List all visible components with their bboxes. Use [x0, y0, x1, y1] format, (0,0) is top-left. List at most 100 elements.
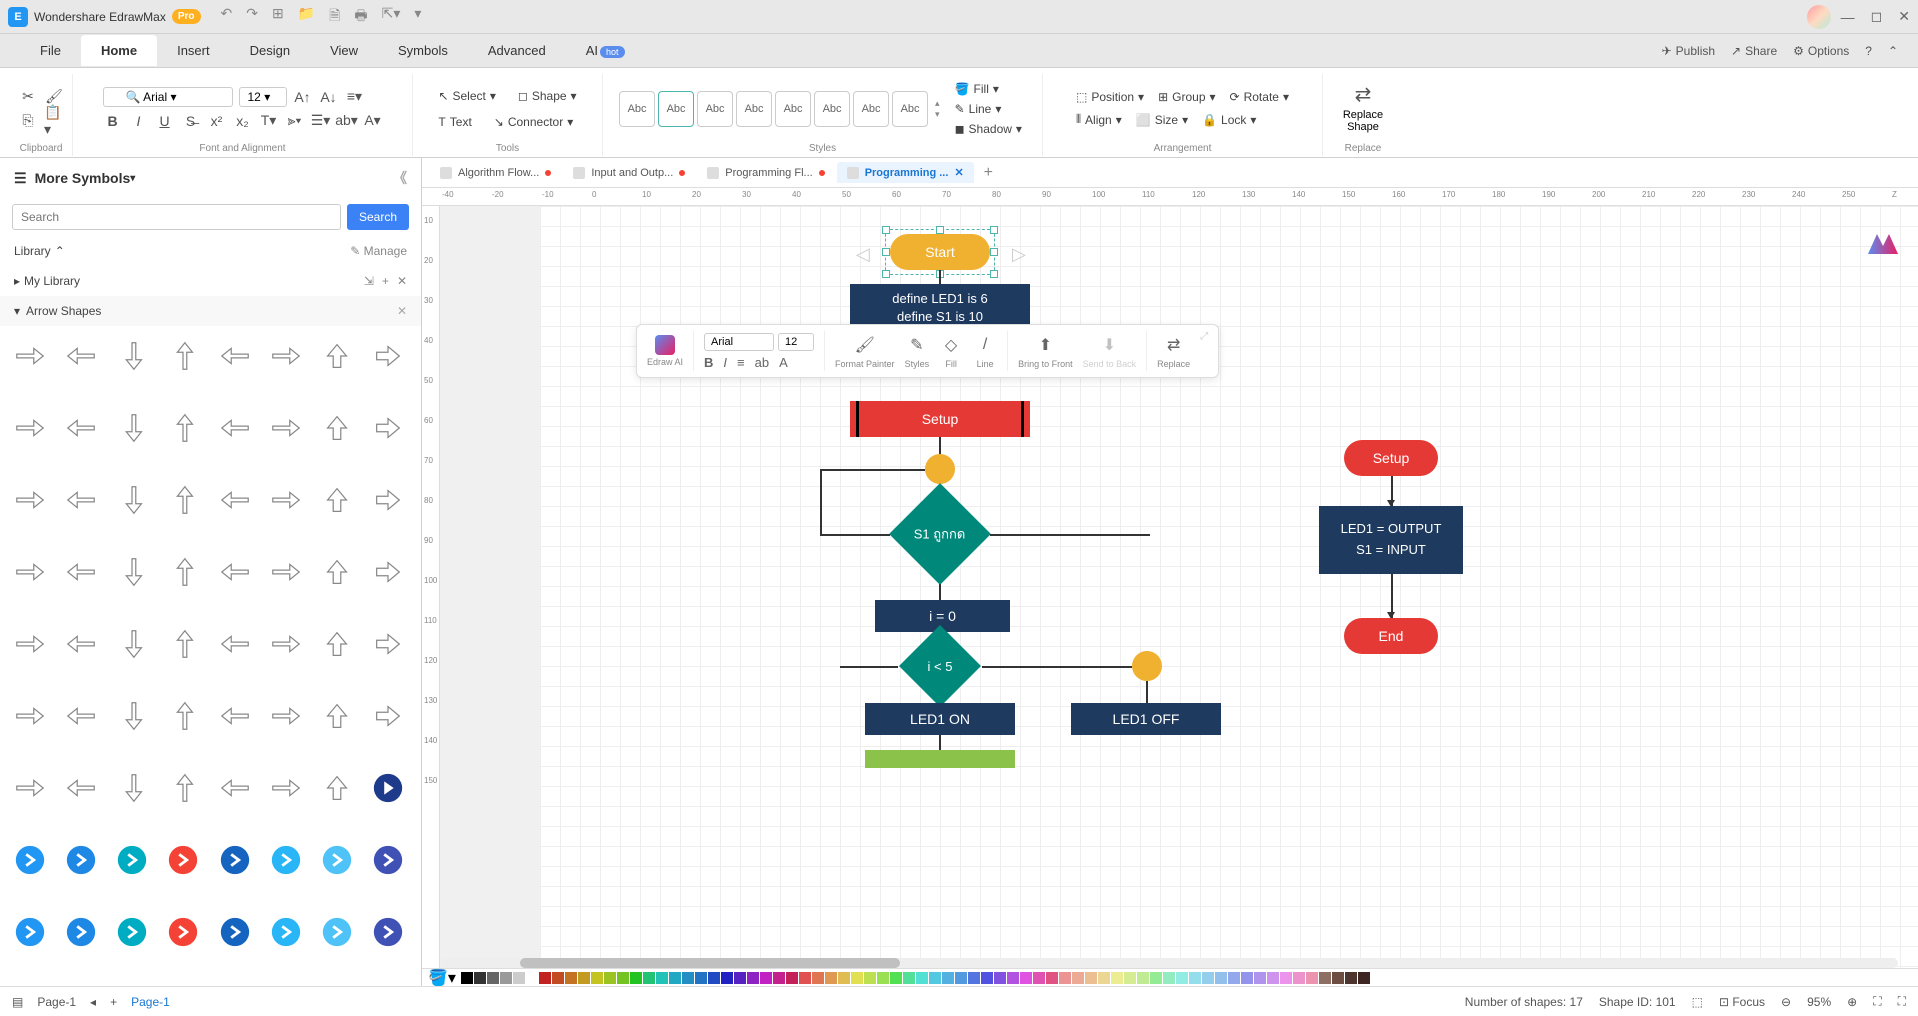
align-button[interactable]: ⫴ Align▾: [1072, 110, 1126, 129]
connector[interactable]: [820, 534, 890, 536]
arrow-shape-31[interactable]: [366, 550, 410, 594]
color-swatch[interactable]: [708, 972, 720, 984]
connector[interactable]: [1146, 681, 1148, 703]
arrow-shape-20[interactable]: [213, 478, 257, 522]
align-icon[interactable]: ≡▾: [345, 87, 365, 107]
arrow-shape-13[interactable]: [264, 406, 308, 450]
color-swatch[interactable]: [1085, 972, 1097, 984]
shape-setup2[interactable]: Setup: [1344, 440, 1438, 476]
color-picker-icon[interactable]: 🪣▾: [428, 968, 456, 988]
color-swatch[interactable]: [695, 972, 707, 984]
style-preset-2[interactable]: Abc: [658, 91, 694, 127]
color-swatch[interactable]: [1345, 972, 1357, 984]
arrow-shape-45[interactable]: [264, 694, 308, 738]
shape-led-off[interactable]: LED1 OFF: [1071, 703, 1221, 735]
shape-connector-1[interactable]: [925, 454, 955, 484]
tab-programming-fl[interactable]: Programming Fl...: [697, 163, 834, 183]
zoom-out-icon[interactable]: ⊖: [1781, 995, 1791, 1009]
float-line[interactable]: /Line: [973, 333, 997, 369]
arrow-shape-53[interactable]: [264, 766, 308, 810]
shape-tool[interactable]: ◻ Shape ▾: [510, 85, 585, 107]
color-swatch[interactable]: [604, 972, 616, 984]
collapse-panel-icon[interactable]: 《: [393, 168, 407, 188]
fullscreen-icon[interactable]: ⛶: [1898, 994, 1906, 1009]
arrow-shape-5[interactable]: [264, 334, 308, 378]
shape-led-on[interactable]: LED1 ON: [865, 703, 1015, 735]
arrow-shape-51[interactable]: [161, 766, 205, 810]
arrow-shape-3[interactable]: [161, 334, 205, 378]
arrow-shape-14[interactable]: [315, 406, 359, 450]
save-icon[interactable]: 🗎: [329, 5, 340, 29]
manage-library[interactable]: ✎ Manage: [350, 244, 407, 258]
arrow-shape-10[interactable]: [110, 406, 154, 450]
color-swatch[interactable]: [929, 972, 941, 984]
arrow-shape-44[interactable]: [213, 694, 257, 738]
color-swatch[interactable]: [1059, 972, 1071, 984]
italic-icon[interactable]: I: [129, 111, 149, 131]
arrow-shape-8[interactable]: [8, 406, 52, 450]
float-styles[interactable]: ✎Styles: [905, 333, 930, 369]
connector[interactable]: [939, 437, 941, 454]
publish-button[interactable]: ✈ Publish: [1662, 44, 1715, 58]
share-button[interactable]: ↗ Share: [1731, 44, 1777, 58]
style-scroll-down[interactable]: ▾: [935, 109, 940, 120]
add-lib-icon[interactable]: +: [382, 274, 389, 288]
color-swatch[interactable]: [487, 972, 499, 984]
color-swatch[interactable]: [1046, 972, 1058, 984]
color-swatch[interactable]: [565, 972, 577, 984]
rotate-button[interactable]: ⟳ Rotate▾: [1226, 88, 1293, 106]
fill-button[interactable]: 🪣 Fill ▾: [951, 80, 1026, 98]
close-tab-icon[interactable]: ✕: [954, 166, 963, 179]
arrow-shape-67[interactable]: [161, 910, 205, 954]
search-input[interactable]: [12, 204, 341, 230]
shape-connector-2[interactable]: [1132, 651, 1162, 681]
subscript-icon[interactable]: x₂: [233, 111, 253, 131]
connector[interactable]: [990, 534, 1150, 536]
color-swatch[interactable]: [1202, 972, 1214, 984]
spacing-icon[interactable]: ⫸▾: [285, 111, 305, 131]
connector[interactable]: [820, 469, 925, 471]
edraw-ai-button[interactable]: Edraw AI: [647, 335, 683, 367]
arrow-shape-62[interactable]: [315, 838, 359, 882]
horizontal-scrollbar[interactable]: [440, 958, 1898, 968]
arrow-shape-33[interactable]: [59, 622, 103, 666]
connector[interactable]: [982, 666, 1132, 668]
color-swatch[interactable]: [786, 972, 798, 984]
prev-page-icon[interactable]: ◂: [90, 995, 96, 1009]
page-nav-icon[interactable]: ▤: [12, 995, 23, 1009]
color-swatch[interactable]: [617, 972, 629, 984]
arrow-shape-28[interactable]: [213, 550, 257, 594]
arrow-shape-50[interactable]: [110, 766, 154, 810]
help-icon[interactable]: ?: [1865, 44, 1872, 58]
color-swatch[interactable]: [825, 972, 837, 984]
menu-symbols[interactable]: Symbols: [378, 35, 468, 66]
color-swatch[interactable]: [526, 972, 538, 984]
color-swatch[interactable]: [903, 972, 915, 984]
text-tool[interactable]: T Text: [430, 111, 479, 133]
menu-view[interactable]: View: [310, 35, 378, 66]
arrow-shape-27[interactable]: [161, 550, 205, 594]
connector[interactable]: [939, 584, 941, 600]
shape-green-partial[interactable]: [865, 750, 1015, 768]
menu-design[interactable]: Design: [230, 35, 310, 66]
arrow-shape-11[interactable]: [161, 406, 205, 450]
arrow-shape-29[interactable]: [264, 550, 308, 594]
arrow-shape-57[interactable]: [59, 838, 103, 882]
connector[interactable]: [939, 735, 941, 750]
style-preset-8[interactable]: Abc: [892, 91, 928, 127]
arrow-shape-52[interactable]: [213, 766, 257, 810]
shadow-button[interactable]: ◼ Shadow ▾: [951, 120, 1026, 138]
color-swatch[interactable]: [1189, 972, 1201, 984]
color-swatch[interactable]: [994, 972, 1006, 984]
category-arrow-shapes[interactable]: ▾ Arrow Shapes ✕: [0, 296, 421, 326]
arrow-shape-56[interactable]: [8, 838, 52, 882]
color-swatch[interactable]: [1007, 972, 1019, 984]
style-preset-5[interactable]: Abc: [775, 91, 811, 127]
tab-algorithm[interactable]: Algorithm Flow...: [430, 163, 561, 183]
color-swatch[interactable]: [682, 972, 694, 984]
arrow-shape-16[interactable]: [8, 478, 52, 522]
close-icon[interactable]: ✕: [1898, 8, 1910, 25]
color-swatch[interactable]: [1306, 972, 1318, 984]
arrow-shape-46[interactable]: [315, 694, 359, 738]
color-swatch[interactable]: [981, 972, 993, 984]
